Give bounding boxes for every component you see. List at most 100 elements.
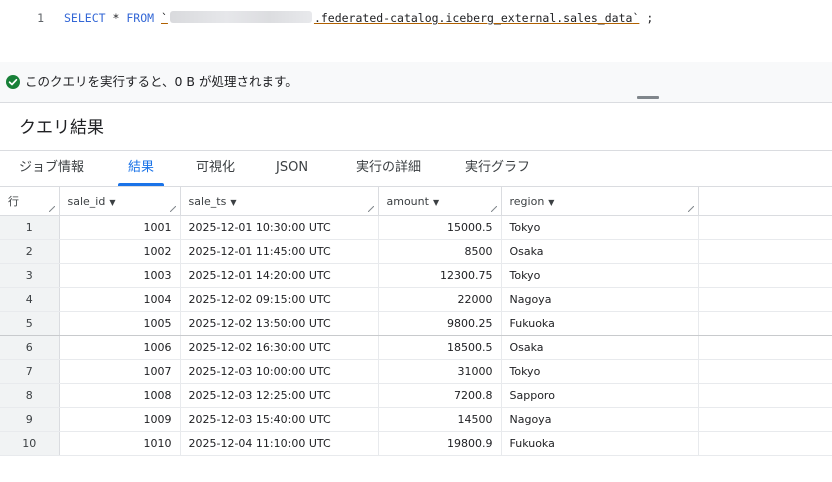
- cell-region[interactable]: Tokyo: [501, 263, 699, 288]
- resize-handle[interactable]: [637, 96, 659, 99]
- cell-sale-ts[interactable]: 2025-12-03 10:00:00 UTC: [180, 359, 379, 384]
- caret-down-icon[interactable]: ▼: [548, 198, 554, 207]
- column-header-label: sale_ts: [188, 194, 227, 208]
- column-header-label: sale_id: [67, 194, 106, 208]
- row-number-cell[interactable]: 4: [0, 287, 60, 312]
- table-row: 7 1007 2025-12-03 10:00:00 UTC 31000 Tokyo: [0, 359, 832, 384]
- cell-sale-ts[interactable]: 2025-12-01 14:20:00 UTC: [180, 263, 379, 288]
- cell-sale-id[interactable]: 1009: [59, 407, 181, 432]
- cell-sale-id[interactable]: 1004: [59, 287, 181, 312]
- column-header-sale-id[interactable]: sale_id ▼: [59, 187, 181, 216]
- column-resize-icon[interactable]: [490, 206, 497, 212]
- cell-filler: [698, 407, 832, 432]
- table-identifier[interactable]: ` .federated-catalog.iceberg_external.sal…: [161, 11, 639, 25]
- cell-filler: [698, 431, 832, 456]
- cell-region[interactable]: Sapporo: [501, 383, 699, 408]
- cell-filler: [698, 287, 832, 312]
- column-header-filler: [698, 187, 832, 216]
- row-number-cell[interactable]: 10: [0, 431, 60, 456]
- row-number-cell[interactable]: 6: [0, 335, 60, 360]
- cell-amount[interactable]: 18500.5: [378, 335, 502, 360]
- cell-sale-id[interactable]: 1002: [59, 239, 181, 264]
- results-table: 行 sale_id ▼ sale_ts ▼ amount ▼ region ▼ 1 100…: [0, 187, 832, 456]
- column-header-label: region: [509, 194, 545, 208]
- tab-visualization[interactable]: 可視化: [196, 151, 235, 186]
- cell-sale-ts[interactable]: 2025-12-02 13:50:00 UTC: [180, 311, 379, 336]
- results-title: クエリ結果: [19, 118, 104, 138]
- cell-sale-ts[interactable]: 2025-12-03 15:40:00 UTC: [180, 407, 379, 432]
- row-number-cell[interactable]: 7: [0, 359, 60, 384]
- cell-filler: [698, 359, 832, 384]
- row-number-cell[interactable]: 2: [0, 239, 60, 264]
- results-tabs: ジョブ情報 結果 可視化 JSON 実行の詳細 実行グラフ: [0, 151, 832, 186]
- cell-sale-ts[interactable]: 2025-12-03 12:25:00 UTC: [180, 383, 379, 408]
- validation-bar: このクエリを実行すると、0 B が処理されます。: [0, 62, 832, 102]
- cell-sale-id[interactable]: 1006: [59, 335, 181, 360]
- tab-json[interactable]: JSON: [276, 151, 308, 186]
- cell-region[interactable]: Fukuoka: [501, 311, 699, 336]
- cell-sale-id[interactable]: 1008: [59, 383, 181, 408]
- cell-region[interactable]: Nagoya: [501, 407, 699, 432]
- caret-down-icon[interactable]: ▼: [109, 198, 115, 207]
- cell-sale-ts[interactable]: 2025-12-02 16:30:00 UTC: [180, 335, 379, 360]
- table-path: .federated-catalog.iceberg_external.sale…: [313, 11, 633, 25]
- star-token: *: [112, 11, 120, 25]
- column-header-region[interactable]: region ▼: [501, 187, 699, 216]
- cell-filler: [698, 215, 832, 240]
- tab-results[interactable]: 結果: [117, 151, 165, 186]
- cell-amount[interactable]: 19800.9: [378, 431, 502, 456]
- column-resize-icon[interactable]: [169, 206, 176, 212]
- cell-region[interactable]: Osaka: [501, 335, 699, 360]
- caret-down-icon[interactable]: ▼: [230, 198, 236, 207]
- row-number-cell[interactable]: 8: [0, 383, 60, 408]
- column-resize-icon[interactable]: [687, 206, 694, 212]
- divider: [0, 102, 832, 103]
- table-header-row: 行 sale_id ▼ sale_ts ▼ amount ▼ region ▼: [0, 187, 832, 216]
- cell-sale-id[interactable]: 1007: [59, 359, 181, 384]
- cell-region[interactable]: Nagoya: [501, 287, 699, 312]
- cell-region[interactable]: Tokyo: [501, 215, 699, 240]
- row-number-cell[interactable]: 5: [0, 311, 60, 336]
- tab-job-info[interactable]: ジョブ情報: [19, 151, 84, 186]
- tab-execution-graph[interactable]: 実行グラフ: [465, 151, 530, 186]
- row-number-cell[interactable]: 9: [0, 407, 60, 432]
- keyword-from: FROM: [126, 11, 155, 25]
- table-row: 5 1005 2025-12-02 13:50:00 UTC 9800.25 Fukuo…: [0, 311, 832, 336]
- cell-amount[interactable]: 12300.75: [378, 263, 502, 288]
- sql-code[interactable]: SELECT * FROM ` .federated-catalog.iceber…: [64, 9, 653, 27]
- tab-execution-details[interactable]: 実行の詳細: [356, 151, 421, 186]
- redacted-project-id: [169, 11, 312, 23]
- backtick-close: `: [632, 11, 640, 25]
- cell-sale-id[interactable]: 1010: [59, 431, 181, 456]
- line-number: 1: [37, 11, 44, 25]
- sql-editor[interactable]: 1 SELECT * FROM ` .federated-catalog.iceb…: [0, 0, 832, 62]
- cell-sale-id[interactable]: 1005: [59, 311, 181, 336]
- column-header-sale-ts[interactable]: sale_ts ▼: [180, 187, 379, 216]
- cell-amount[interactable]: 14500: [378, 407, 502, 432]
- cell-amount[interactable]: 22000: [378, 287, 502, 312]
- cell-sale-ts[interactable]: 2025-12-02 09:15:00 UTC: [180, 287, 379, 312]
- cell-filler: [698, 239, 832, 264]
- row-number-cell[interactable]: 3: [0, 263, 60, 288]
- cell-amount[interactable]: 15000.5: [378, 215, 502, 240]
- cell-filler: [698, 335, 832, 360]
- row-number-cell[interactable]: 1: [0, 215, 60, 240]
- cell-amount[interactable]: 9800.25: [378, 311, 502, 336]
- cell-amount[interactable]: 8500: [378, 239, 502, 264]
- cell-region[interactable]: Fukuoka: [501, 431, 699, 456]
- cell-amount[interactable]: 31000: [378, 359, 502, 384]
- cell-filler: [698, 383, 832, 408]
- cell-sale-ts[interactable]: 2025-12-04 11:10:00 UTC: [180, 431, 379, 456]
- cell-region[interactable]: Osaka: [501, 239, 699, 264]
- column-header-amount[interactable]: amount ▼: [378, 187, 502, 216]
- cell-sale-ts[interactable]: 2025-12-01 11:45:00 UTC: [180, 239, 379, 264]
- cell-sale-id[interactable]: 1001: [59, 215, 181, 240]
- editor-line-1[interactable]: 1 SELECT * FROM ` .federated-catalog.iceb…: [0, 9, 832, 27]
- cell-sale-id[interactable]: 1003: [59, 263, 181, 288]
- caret-down-icon[interactable]: ▼: [433, 198, 439, 207]
- cell-region[interactable]: Tokyo: [501, 359, 699, 384]
- column-resize-icon[interactable]: [367, 206, 374, 212]
- cell-sale-ts[interactable]: 2025-12-01 10:30:00 UTC: [180, 215, 379, 240]
- column-resize-icon[interactable]: [48, 206, 55, 212]
- cell-amount[interactable]: 7200.8: [378, 383, 502, 408]
